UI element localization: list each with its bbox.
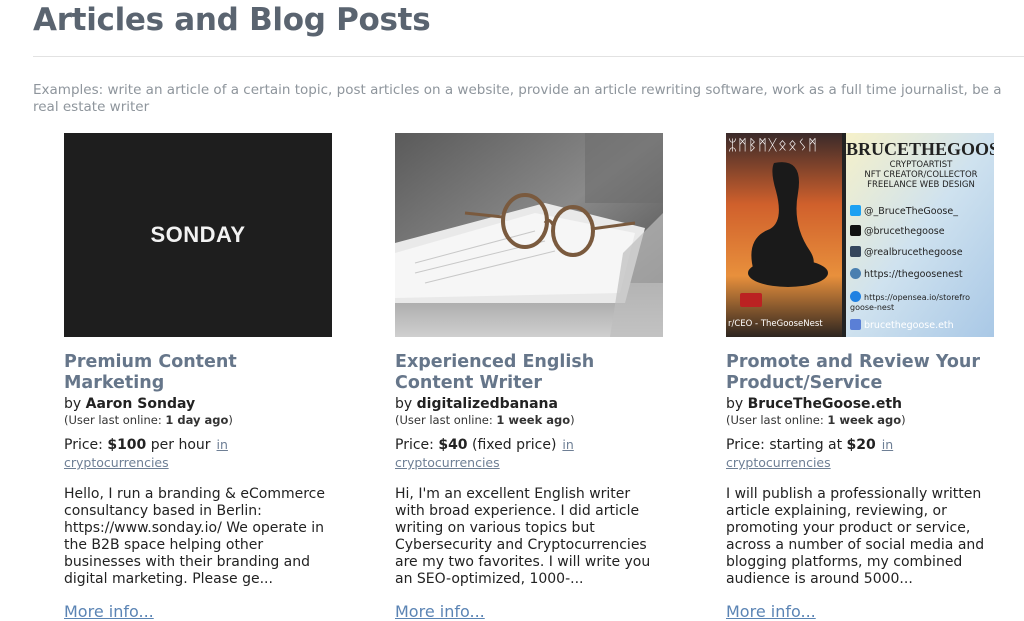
globe-icon	[850, 268, 861, 279]
price-unit: per hour	[146, 437, 211, 453]
last-online-label: (User last online:	[395, 413, 497, 427]
goose-footer-text: r/CEO - TheGooseNest	[728, 319, 823, 329]
last-online-close: )	[901, 413, 906, 427]
goose-sub: NFT CREATOR/COLLECTOR	[864, 170, 978, 180]
last-online: (User last online: 1 week ago)	[395, 413, 663, 427]
price: Price: $40 (fixed price) in cryptocurrenc…	[395, 436, 663, 472]
tiktok-handle: @brucethegoose	[850, 225, 945, 237]
card-image[interactable]	[395, 133, 663, 337]
author-name[interactable]: BruceTheGoose.eth	[748, 396, 902, 412]
last-online-close: )	[228, 413, 233, 427]
goose-link-text: @brucethegoose	[864, 226, 945, 237]
title-divider	[33, 56, 1024, 57]
byline: by Aaron Sonday	[64, 396, 332, 413]
examples-text: Examples: write an article of a certain …	[33, 82, 1002, 115]
goose-name: BRUCETHEGOOSE	[846, 139, 994, 159]
last-online: (User last online: 1 day ago)	[64, 413, 332, 427]
more-info-link[interactable]: More info...	[395, 602, 485, 621]
byline: by BruceTheGoose.eth	[726, 396, 994, 413]
goose-link-text: @realbrucethegoose	[864, 247, 963, 258]
tumblr-icon	[850, 246, 861, 257]
goose-sub: FREELANCE WEB DESIGN	[867, 180, 975, 190]
twitter-icon	[850, 205, 861, 216]
card-title[interactable]: Premium Content Marketing	[64, 352, 332, 394]
last-online-value: 1 week ago	[496, 413, 571, 427]
goose-link-text: https://thegoosenest	[864, 269, 963, 280]
price-label: Price:	[395, 437, 439, 453]
last-online-label: (User last online:	[726, 413, 828, 427]
last-online-close: )	[570, 413, 575, 427]
last-online-value: 1 week ago	[827, 413, 902, 427]
card-description: Hello, I run a branding & eCommerce cons…	[64, 486, 325, 587]
last-online: (User last online: 1 week ago)	[726, 413, 994, 427]
price-unit: (fixed price)	[467, 437, 557, 453]
goose-sub: CRYPTOARTIST	[889, 160, 953, 170]
last-online-value: 1 day ago	[165, 413, 229, 427]
card-title[interactable]: Promote and Review Your Product/Service	[726, 352, 994, 394]
goose-link-text: brucethegoose.eth	[864, 320, 954, 331]
service-card: Experienced English Content Writer by di…	[395, 133, 663, 621]
runes-text: ᛯᛗᛒᛗᚷᛟᛟᛊᛗ	[728, 136, 819, 154]
by-label: by	[64, 396, 82, 412]
ethereum-icon	[850, 319, 861, 330]
price-label: Price:	[64, 437, 108, 453]
glasses-on-book-photo	[395, 133, 663, 337]
tiktok-icon	[850, 225, 861, 236]
card-description: Hi, I'm an excellent English writer with…	[395, 486, 651, 587]
card-image[interactable]: ᛯᛗᛒᛗᚷᛟᛟᛊᛗ BRUCETHEGOOSE CRYPTOARTIST NFT…	[726, 133, 994, 337]
more-info-link[interactable]: More info...	[726, 602, 816, 621]
tumblr-handle: @realbrucethegoose	[850, 246, 963, 258]
opensea-icon	[850, 291, 861, 302]
goose-logo: BRUCETHEGOOSE CRYPTOARTIST NFT CREATOR/C…	[846, 139, 994, 190]
price-value: $20	[846, 437, 876, 453]
more-info-link[interactable]: More info...	[64, 602, 154, 621]
card-title[interactable]: Experienced English Content Writer	[395, 352, 663, 394]
price-label: Price: starting at	[726, 437, 847, 453]
price: Price: starting at $20 in cryptocurrencie…	[726, 436, 994, 472]
author-name[interactable]: Aaron Sonday	[86, 396, 195, 412]
price-value: $40	[438, 437, 468, 453]
goose-link-text: https://opensea.io/storefro goose-nest	[850, 293, 971, 312]
by-label: by	[726, 396, 744, 412]
card-description: I will publish a professionally written …	[726, 486, 985, 587]
last-online-label: (User last online:	[64, 413, 166, 427]
card-image[interactable]: SONDAY	[64, 133, 332, 337]
price-value: $100	[107, 437, 147, 453]
by-label: by	[395, 396, 413, 412]
goose-link-text: @_BruceTheGoose_	[864, 206, 958, 217]
opensea-handle: https://opensea.io/storefro goose-nest	[850, 291, 990, 313]
price: Price: $100 per hour in cryptocurrencies	[64, 436, 332, 472]
byline: by digitalizedbanana	[395, 396, 663, 413]
author-name[interactable]: digitalizedbanana	[417, 396, 558, 412]
page-title: Articles and Blog Posts	[33, 2, 431, 38]
sonday-logo: SONDAY	[150, 222, 246, 247]
ens-handle: brucethegoose.eth	[850, 319, 954, 331]
twitter-handle: @_BruceTheGoose_	[850, 205, 958, 217]
service-card: SONDAY Premium Content Marketing by Aaro…	[64, 133, 332, 621]
service-card: ᛯᛗᛒᛗᚷᛟᛟᛊᛗ BRUCETHEGOOSE CRYPTOARTIST NFT…	[726, 133, 994, 621]
website-handle: https://thegoosenest	[850, 268, 963, 280]
